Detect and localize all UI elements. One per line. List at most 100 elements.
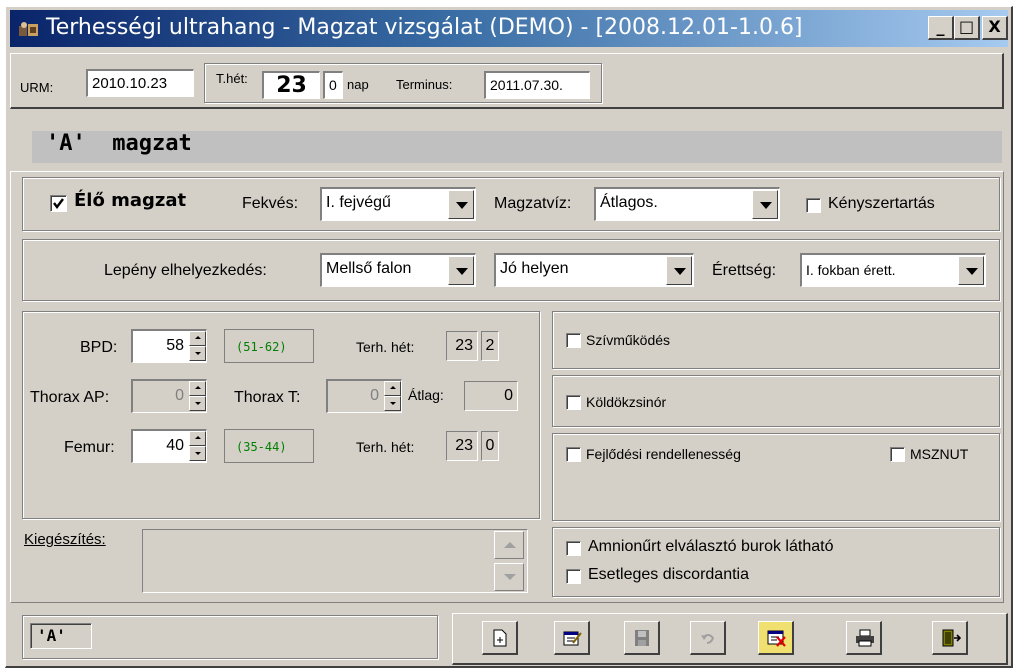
title-bar[interactable]: Terhességi ultrahang - Magzat vizsgálat … bbox=[10, 10, 1008, 47]
edit-icon bbox=[563, 631, 582, 646]
terminus-label: Terminus: bbox=[396, 77, 453, 92]
szivmukodes-checkbox[interactable] bbox=[566, 333, 581, 348]
spin-up-icon[interactable] bbox=[189, 431, 206, 446]
app-icon bbox=[19, 22, 38, 36]
femur-label: Femur: bbox=[64, 439, 115, 456]
scroll-down-icon[interactable] bbox=[494, 563, 524, 591]
minimize-button[interactable]: _ bbox=[928, 16, 954, 40]
placenta-position-value: Mellső falon bbox=[326, 260, 412, 277]
femur-spinner[interactable] bbox=[189, 431, 206, 461]
bpd-week-label: Terh. hét: bbox=[356, 339, 415, 355]
urm-field[interactable]: 2010.10.23 bbox=[86, 69, 194, 97]
thorax-t-spinner[interactable] bbox=[384, 381, 401, 411]
discordantia-checkbox[interactable] bbox=[566, 569, 581, 584]
chevron-down-icon[interactable] bbox=[448, 256, 474, 285]
placenta-label: Lepény elhelyezkedés: bbox=[104, 262, 267, 279]
save-icon bbox=[635, 630, 649, 646]
new-document-button[interactable] bbox=[482, 621, 518, 655]
magzatviz-label: Magzatvíz: bbox=[494, 195, 572, 212]
atlag-label: Átlag: bbox=[408, 387, 444, 403]
spin-down-icon[interactable] bbox=[384, 396, 401, 411]
window-title: Terhességi ultrahang - Magzat vizsgálat … bbox=[46, 15, 803, 40]
bpd-range: (51-62) bbox=[236, 340, 287, 354]
thorax-ap-spinner[interactable] bbox=[189, 381, 206, 411]
scroll-up-icon[interactable] bbox=[494, 531, 524, 559]
koldokzsinor-checkbox[interactable] bbox=[566, 395, 581, 410]
print-button[interactable] bbox=[846, 621, 882, 655]
femur-range: (35-44) bbox=[236, 440, 287, 454]
alive-checkbox[interactable] bbox=[50, 195, 67, 212]
erettseg-label: Érettség: bbox=[712, 262, 777, 279]
thorax-ap-label: Thorax AP: bbox=[30, 389, 110, 406]
spin-up-icon[interactable] bbox=[189, 331, 206, 346]
amnion-label: Amnionűrt elválasztó burok látható bbox=[588, 538, 834, 555]
spin-down-icon[interactable] bbox=[189, 446, 206, 461]
terminus-field[interactable]: 2011.07.30. bbox=[484, 71, 590, 99]
fejlodesi-label: Fejlődési rendellenesség bbox=[586, 446, 741, 462]
toolbar-panel bbox=[452, 613, 1008, 665]
spin-up-icon[interactable] bbox=[384, 381, 401, 396]
erettseg-select[interactable]: I. fokban érett. bbox=[800, 253, 986, 287]
kenyszertartas-checkbox[interactable] bbox=[806, 198, 821, 213]
maximize-button[interactable]: □ bbox=[954, 16, 980, 40]
szivmukodes-label: Szívműködés bbox=[586, 332, 671, 348]
atlag-value: 0 bbox=[464, 381, 518, 411]
chevron-down-icon[interactable] bbox=[752, 190, 778, 219]
exit-door-icon bbox=[942, 629, 961, 647]
bpd-label: BPD: bbox=[80, 339, 118, 356]
spin-up-icon[interactable] bbox=[189, 381, 206, 396]
placenta-position-select[interactable]: Mellső falon bbox=[320, 253, 476, 287]
chevron-down-icon[interactable] bbox=[958, 256, 984, 285]
alive-label: Élő magzat bbox=[74, 190, 187, 211]
fetus-title: 'A' magzat bbox=[46, 131, 192, 156]
femur-week-label: Terh. hét: bbox=[356, 439, 415, 455]
urm-label: URM: bbox=[20, 80, 54, 95]
pregnancy-days-field[interactable]: 0 bbox=[323, 71, 343, 99]
undo-icon bbox=[701, 634, 715, 644]
magzatviz-select[interactable]: Átlagos. bbox=[594, 187, 780, 221]
checkmark-icon bbox=[53, 198, 64, 209]
delete-button[interactable] bbox=[758, 621, 794, 655]
erettseg-value: I. fokban érett. bbox=[806, 262, 896, 278]
undo-button[interactable] bbox=[690, 621, 726, 655]
bpd-day-value: 2 bbox=[481, 331, 499, 361]
msznut-checkbox[interactable] bbox=[890, 447, 905, 462]
discordantia-label: Esetleges discordantia bbox=[588, 566, 749, 583]
femur-day-value: 0 bbox=[481, 431, 499, 461]
bpd-spinner[interactable] bbox=[189, 331, 206, 361]
delete-icon bbox=[767, 630, 786, 647]
koldokzsinor-label: Köldökzsinór bbox=[586, 394, 667, 410]
magzatviz-value: Átlagos. bbox=[600, 194, 658, 211]
placenta-location-value: Jó helyen bbox=[500, 260, 569, 277]
notes-label: Kiegészítés: bbox=[24, 531, 106, 548]
fekves-value: I. fejvégű bbox=[326, 194, 391, 211]
kenyszertartas-label: Kényszertartás bbox=[828, 195, 935, 212]
notes-textarea[interactable] bbox=[142, 529, 528, 593]
placenta-location-select[interactable]: Jó helyen bbox=[494, 253, 694, 287]
new-document-icon bbox=[493, 629, 507, 647]
bpd-week-value: 23 bbox=[446, 331, 478, 361]
thet-label: T.hét: bbox=[216, 71, 248, 86]
exit-button[interactable] bbox=[932, 621, 968, 655]
amnion-checkbox[interactable] bbox=[566, 541, 581, 556]
spin-down-icon[interactable] bbox=[189, 346, 206, 361]
pregnancy-weeks-field[interactable]: 23 bbox=[262, 71, 320, 99]
chevron-down-icon[interactable] bbox=[666, 256, 692, 285]
save-button[interactable] bbox=[624, 621, 660, 655]
nap-label: nap bbox=[347, 77, 369, 92]
edit-button[interactable] bbox=[554, 621, 590, 655]
msznut-label: MSZNUT bbox=[910, 446, 969, 462]
chevron-down-icon[interactable] bbox=[448, 190, 474, 219]
spin-down-icon[interactable] bbox=[189, 396, 206, 411]
app-window: Terhességi ultrahang - Magzat vizsgálat … bbox=[5, 6, 1013, 668]
fejlodesi-checkbox[interactable] bbox=[566, 447, 581, 462]
fetus-tab[interactable]: 'A' bbox=[30, 623, 92, 649]
femur-week-value: 23 bbox=[446, 431, 478, 461]
fekves-label: Fekvés: bbox=[242, 195, 299, 212]
printer-icon bbox=[856, 629, 874, 647]
fekves-select[interactable]: I. fejvégű bbox=[320, 187, 476, 221]
close-button[interactable]: X bbox=[982, 16, 1008, 40]
fetus-tab-label: 'A' bbox=[37, 626, 66, 645]
notes-scrollbar[interactable] bbox=[494, 531, 524, 591]
thorax-t-label: Thorax T: bbox=[234, 389, 301, 406]
